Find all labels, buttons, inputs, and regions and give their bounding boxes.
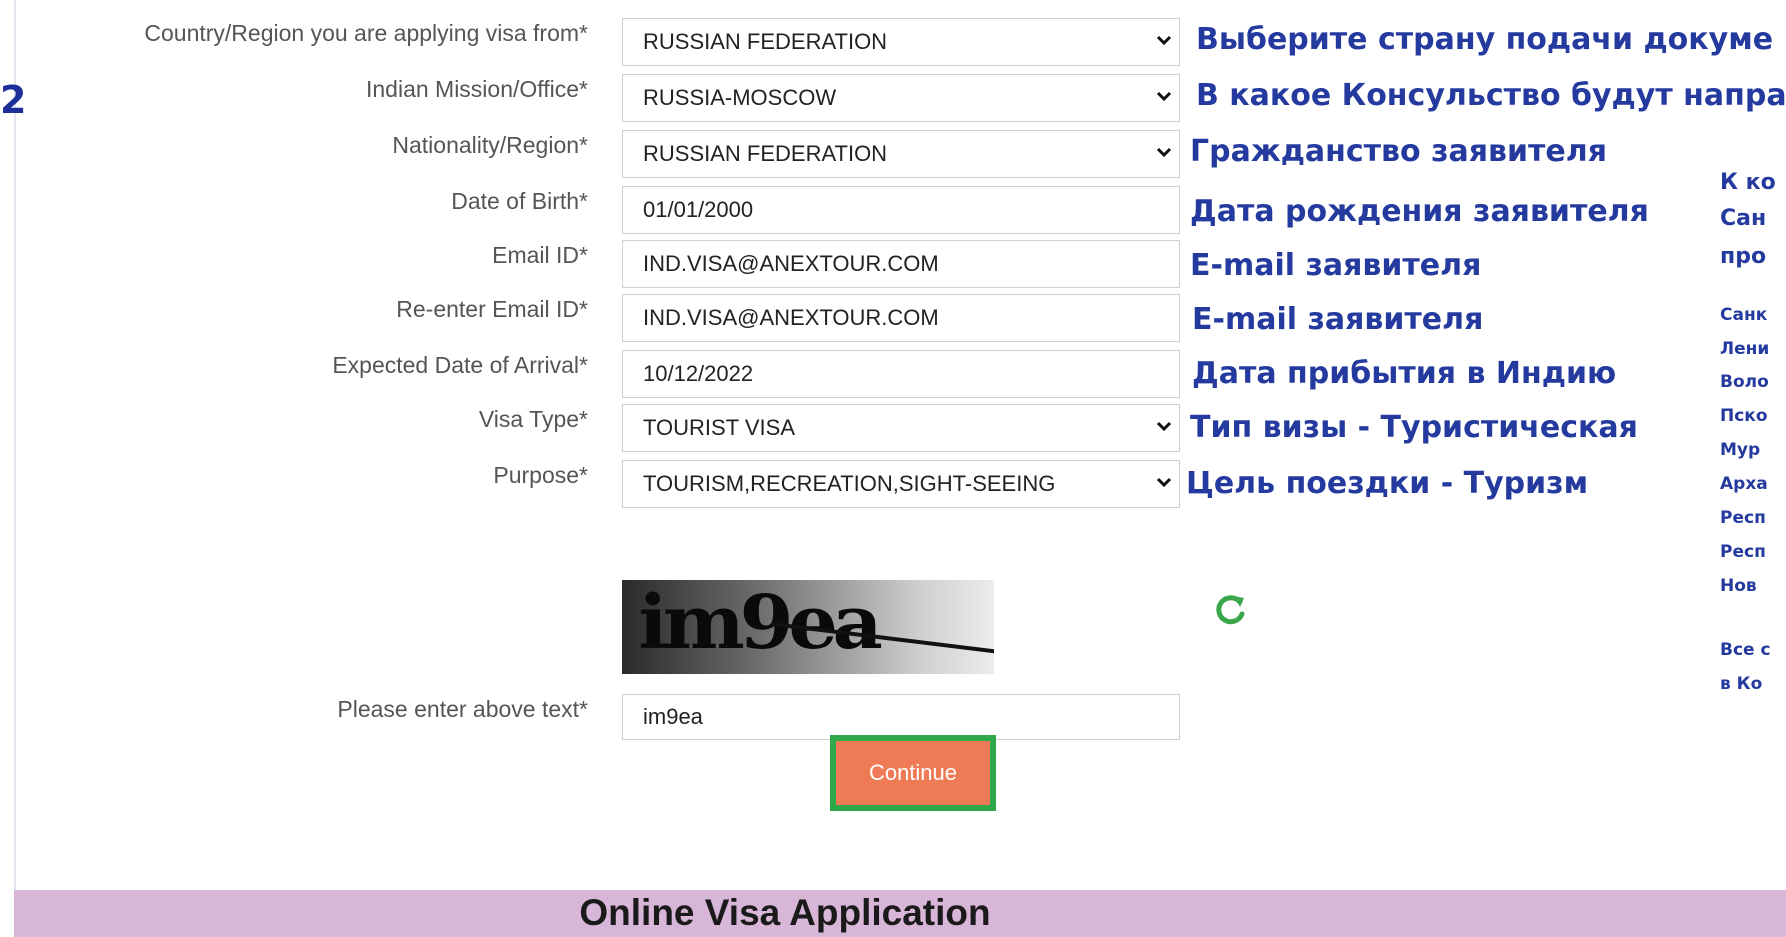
chevron-down-icon xyxy=(1156,35,1172,46)
purpose-label: Purpose* xyxy=(493,462,588,488)
continue-button-frame: Continue xyxy=(830,735,996,811)
nationality-select[interactable]: RUSSIAN FEDERATION xyxy=(622,130,1180,178)
chevron-down-icon xyxy=(1156,421,1172,432)
side-region: Мур xyxy=(1720,440,1761,460)
nationality-select-value: RUSSIAN FEDERATION xyxy=(622,130,1180,178)
email-note: E-mail заявителя xyxy=(1190,248,1482,283)
mission-select-value: RUSSIA-MOSCOW xyxy=(622,74,1180,122)
arrival-label: Expected Date of Arrival* xyxy=(332,352,588,378)
dob-note: Дата рождения заявителя xyxy=(1190,194,1649,229)
country-note: Выберите страну подачи докуме xyxy=(1196,22,1774,57)
purpose-select[interactable]: TOURISM,RECREATION,SIGHT-SEEING xyxy=(622,460,1180,508)
visa-type-select[interactable]: TOURIST VISA xyxy=(622,404,1180,452)
refresh-icon[interactable] xyxy=(1210,590,1250,630)
dob-label: Date of Birth* xyxy=(451,188,588,214)
captcha-label: Please enter above text* xyxy=(337,696,588,722)
country-label: Country/Region you are applying visa fro… xyxy=(144,20,588,46)
mission-select[interactable]: RUSSIA-MOSCOW xyxy=(622,74,1180,122)
nationality-note: Гражданство заявителя xyxy=(1190,134,1608,169)
visa-type-select-value: TOURIST VISA xyxy=(622,404,1180,452)
email-confirm-label: Re-enter Email ID* xyxy=(396,296,588,322)
visa-type-note: Тип визы - Туристическая xyxy=(1190,410,1638,445)
country-select-value: RUSSIAN FEDERATION xyxy=(622,18,1180,66)
side-heading-2: Сан xyxy=(1720,206,1767,231)
email-input[interactable] xyxy=(622,240,1180,288)
country-select[interactable]: RUSSIAN FEDERATION xyxy=(622,18,1180,66)
email-label: Email ID* xyxy=(492,242,588,268)
side-region: Респ xyxy=(1720,542,1766,562)
side-region: Санк xyxy=(1720,305,1768,325)
captcha-image: im9ea xyxy=(622,580,994,674)
side-region: Пско xyxy=(1720,406,1768,426)
arrival-note: Дата прибытия в Индию xyxy=(1192,356,1617,391)
side-footer-2: в Ко xyxy=(1720,674,1763,694)
side-footer-1: Все с xyxy=(1720,640,1771,660)
side-region: Воло xyxy=(1720,372,1769,392)
side-region: Арха xyxy=(1720,474,1768,494)
purpose-select-value: TOURISM,RECREATION,SIGHT-SEEING xyxy=(622,460,1180,508)
side-region: Нов xyxy=(1720,576,1757,596)
step-number: 2 xyxy=(0,78,27,122)
footer-title: Online Visa Application xyxy=(579,892,991,933)
side-region: Респ xyxy=(1720,508,1766,528)
arrival-input[interactable] xyxy=(622,350,1180,398)
captcha-input[interactable] xyxy=(622,694,1180,740)
nationality-label: Nationality/Region* xyxy=(392,132,588,158)
dob-input[interactable] xyxy=(622,186,1180,234)
mission-note: В какое Консульство будут напра xyxy=(1196,78,1786,113)
side-heading-3: про xyxy=(1720,244,1767,269)
side-region: Лени xyxy=(1720,339,1770,359)
visa-type-label: Visa Type* xyxy=(478,406,588,432)
side-heading-1: К ко xyxy=(1720,170,1776,195)
mission-label: Indian Mission/Office* xyxy=(365,76,588,102)
chevron-down-icon xyxy=(1156,91,1172,102)
captcha-text: im9ea xyxy=(638,580,883,666)
chevron-down-icon xyxy=(1156,147,1172,158)
purpose-note: Цель поездки - Туризм xyxy=(1186,466,1589,501)
footer-bar: Online Visa Application xyxy=(14,890,1786,937)
email-confirm-input[interactable] xyxy=(622,294,1180,342)
chevron-down-icon xyxy=(1156,477,1172,488)
continue-button[interactable]: Continue xyxy=(836,741,990,805)
email-confirm-note: E-mail заявителя xyxy=(1192,302,1484,337)
